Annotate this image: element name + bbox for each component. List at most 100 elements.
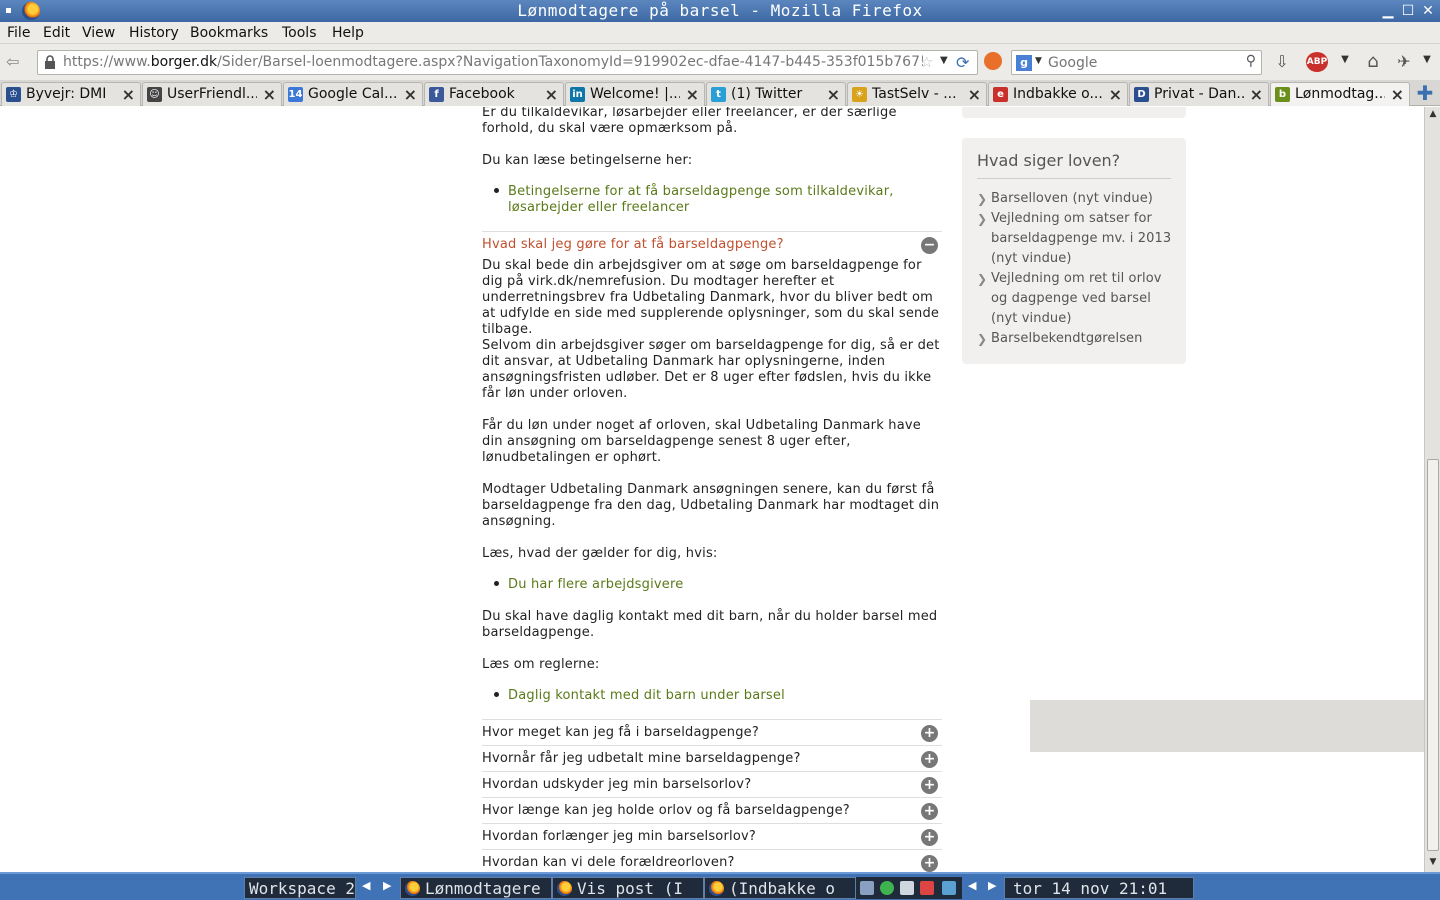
- bookmark-star-icon[interactable]: ☆: [920, 53, 933, 71]
- workspace-switcher[interactable]: Workspace 2: [244, 877, 356, 899]
- tray-prev-icon[interactable]: ◀: [968, 879, 976, 892]
- tab-close-icon[interactable]: ⨯: [827, 85, 840, 104]
- new-tab-button[interactable]: ✚: [1414, 82, 1436, 104]
- tab-close-icon[interactable]: ⨯: [122, 85, 135, 104]
- scrollbar-thumb[interactable]: [1427, 459, 1439, 851]
- search-bar[interactable]: g ▼ ⚲: [1011, 50, 1262, 75]
- menu-help[interactable]: Help: [332, 25, 364, 41]
- accordion-question[interactable]: Hvad skal jeg gøre for at få barseldagpe…: [482, 237, 784, 252]
- accordion-question[interactable]: Hvornår får jeg udbetalt mine barseldagp…: [482, 751, 801, 766]
- accordion-item[interactable]: Hvordan kan vi dele forældreorloven? +: [482, 849, 942, 872]
- tab-close-icon[interactable]: ⨯: [263, 85, 276, 104]
- menu-edit[interactable]: Edit: [43, 25, 70, 41]
- adblock-icon[interactable]: ABP: [1306, 52, 1328, 72]
- accordion-item[interactable]: Hvordan udskyder jeg min barselsorlov? +: [482, 771, 942, 797]
- google-engine-icon[interactable]: g: [1016, 55, 1032, 71]
- taskbar-window-lonmodtagere[interactable]: Lønmodtagere: [400, 877, 552, 899]
- url-history-dropdown-icon[interactable]: ▼: [940, 55, 948, 66]
- expand-icon[interactable]: +: [921, 777, 938, 794]
- scroll-down-icon[interactable]: ▼: [1427, 857, 1439, 869]
- menu-bookmarks[interactable]: Bookmarks: [190, 25, 268, 41]
- sidebar-link-satser[interactable]: Vejledning om satser for barseldagpenge …: [991, 209, 1176, 269]
- calendar-applet-icon[interactable]: [920, 881, 934, 895]
- search-input[interactable]: [1048, 53, 1238, 72]
- tab-userfriendly[interactable]: ☺ UserFriendl... ⨯: [142, 82, 282, 106]
- menu-view[interactable]: View: [82, 25, 115, 41]
- adblock-dropdown-icon[interactable]: ▼: [1338, 54, 1352, 74]
- tab-linkedin[interactable]: in Welcome! |... ⨯: [565, 82, 705, 106]
- back-button[interactable]: ⇦: [6, 52, 30, 72]
- tab-close-icon[interactable]: ⨯: [968, 85, 981, 104]
- tab-close-icon[interactable]: ⨯: [404, 85, 417, 104]
- accordion-question[interactable]: Hvordan kan vi dele forældreorloven?: [482, 855, 735, 870]
- tab-lonmodtagere[interactable]: b Lønmodtag... ⨯: [1270, 82, 1410, 106]
- accordion-question[interactable]: Hvor længe kan jeg holde orlov og få bar…: [482, 803, 850, 818]
- tab-close-icon[interactable]: ⨯: [1109, 85, 1122, 104]
- network-monitor-icon[interactable]: [860, 881, 874, 895]
- scroll-up-icon[interactable]: ▲: [1427, 109, 1439, 121]
- expand-icon[interactable]: +: [921, 725, 938, 742]
- search-magnifier-icon[interactable]: ⚲: [1246, 53, 1256, 69]
- expand-icon[interactable]: +: [921, 829, 938, 846]
- menu-history[interactable]: History: [129, 25, 179, 41]
- tab-twitter[interactable]: t (1) Twitter ⨯: [706, 82, 846, 106]
- taskbar-window-vis-post[interactable]: Vis post (I: [552, 877, 704, 899]
- tab-google-calendar[interactable]: 14 Google Cal... ⨯: [283, 82, 423, 106]
- tab-close-icon[interactable]: ⨯: [1250, 85, 1263, 104]
- accordion-item-open[interactable]: Hvad skal jeg gøre for at få barseldagpe…: [482, 231, 942, 257]
- extension-icon[interactable]: [984, 52, 1002, 70]
- maximize-button[interactable]: ☐: [1398, 2, 1418, 20]
- accordion-item[interactable]: Hvordan forlænger jeg min barselsorlov? …: [482, 823, 942, 849]
- reload-icon[interactable]: ⟳: [956, 53, 969, 72]
- paragraph: Får du løn under noget af orloven, skal …: [482, 418, 921, 465]
- addon-icon[interactable]: ✈: [1394, 52, 1414, 72]
- sidebar-link-barselloven[interactable]: Barselloven (nyt vindue): [991, 189, 1176, 209]
- tab-tastselv[interactable]: ☀ TastSelv - ... ⨯: [847, 82, 987, 106]
- accordion-question[interactable]: Hvordan udskyder jeg min barselsorlov?: [482, 777, 751, 792]
- expand-icon[interactable]: +: [921, 855, 938, 872]
- chevron-right-icon: ❯: [977, 272, 988, 286]
- menu-file[interactable]: File: [7, 25, 30, 41]
- minimize-button[interactable]: ▁: [1378, 2, 1398, 20]
- window-title: Lønmodtagere på barsel - Mozilla Firefox: [517, 1, 923, 20]
- list-bullet: [494, 692, 499, 697]
- sidebar-link-ret-til-orlov[interactable]: Vejledning om ret til orlov og dagpenge …: [991, 269, 1176, 329]
- url-text[interactable]: https://www.borger.dk/Sider/Barsel-loenm…: [63, 54, 923, 70]
- toolbar-overflow-icon[interactable]: ▼: [1420, 54, 1434, 74]
- link-flere-arbejdsgivere[interactable]: Du har flere arbejdsgivere: [508, 577, 944, 593]
- accordion-item[interactable]: Hvor meget kan jeg få i barseldagpenge? …: [482, 719, 942, 745]
- tab-byvejr[interactable]: ♔ Byvejr: DMI ⨯: [1, 82, 141, 106]
- collapse-icon[interactable]: −: [921, 237, 938, 254]
- accordion-question[interactable]: Hvor meget kan jeg få i barseldagpenge?: [482, 725, 759, 740]
- tab-indbakke[interactable]: e Indbakke o... ⨯: [988, 82, 1128, 106]
- clock[interactable]: tor 14 nov 21:01: [1004, 877, 1194, 899]
- sidebar-link-barselbekendtgorelsen[interactable]: Barselbekendtgørelsen: [991, 329, 1176, 349]
- tray-next-icon[interactable]: ▶: [988, 879, 996, 892]
- downloads-icon[interactable]: ⇩: [1272, 52, 1292, 72]
- workspace-next-icon[interactable]: ▶: [383, 879, 391, 892]
- expand-icon[interactable]: +: [921, 751, 938, 768]
- tab-close-icon[interactable]: ⨯: [686, 85, 699, 104]
- accordion-item[interactable]: Hvornår får jeg udbetalt mine barseldagp…: [482, 745, 942, 771]
- menu-tools[interactable]: Tools: [282, 25, 317, 41]
- workspace-prev-icon[interactable]: ◀: [362, 879, 370, 892]
- search-engine-dropdown-icon[interactable]: ▼: [1035, 56, 1042, 66]
- sidebar-heading: Hvad siger loven?: [977, 151, 1121, 170]
- tab-close-icon[interactable]: ⨯: [1391, 85, 1404, 104]
- link-daglig-kontakt[interactable]: Daglig kontakt med dit barn under barsel: [508, 688, 944, 704]
- tab-privat[interactable]: D Privat - Dan... ⨯: [1129, 82, 1269, 106]
- tab-facebook[interactable]: f Facebook ⨯: [424, 82, 564, 106]
- accordion-item[interactable]: Hvor længe kan jeg holde orlov og få bar…: [482, 797, 942, 823]
- tab-close-icon[interactable]: ⨯: [545, 85, 558, 104]
- expand-icon[interactable]: +: [921, 803, 938, 820]
- dropbox-icon[interactable]: [942, 881, 956, 895]
- status-ok-icon[interactable]: [880, 881, 894, 895]
- clock-applet-icon[interactable]: [900, 881, 914, 895]
- home-icon[interactable]: ⌂: [1362, 51, 1384, 72]
- link-betingelser[interactable]: Betingelserne for at få barseldagpenge s…: [508, 184, 898, 216]
- close-window-button[interactable]: ✕: [1418, 2, 1438, 20]
- url-bar[interactable]: https://www.borger.dk/Sider/Barsel-loenm…: [37, 50, 978, 75]
- taskbar-window-indbakke[interactable]: (Indbakke o: [704, 877, 856, 899]
- accordion-question[interactable]: Hvordan forlænger jeg min barselsorlov?: [482, 829, 756, 844]
- vertical-scrollbar[interactable]: ▲ ▼: [1424, 107, 1440, 872]
